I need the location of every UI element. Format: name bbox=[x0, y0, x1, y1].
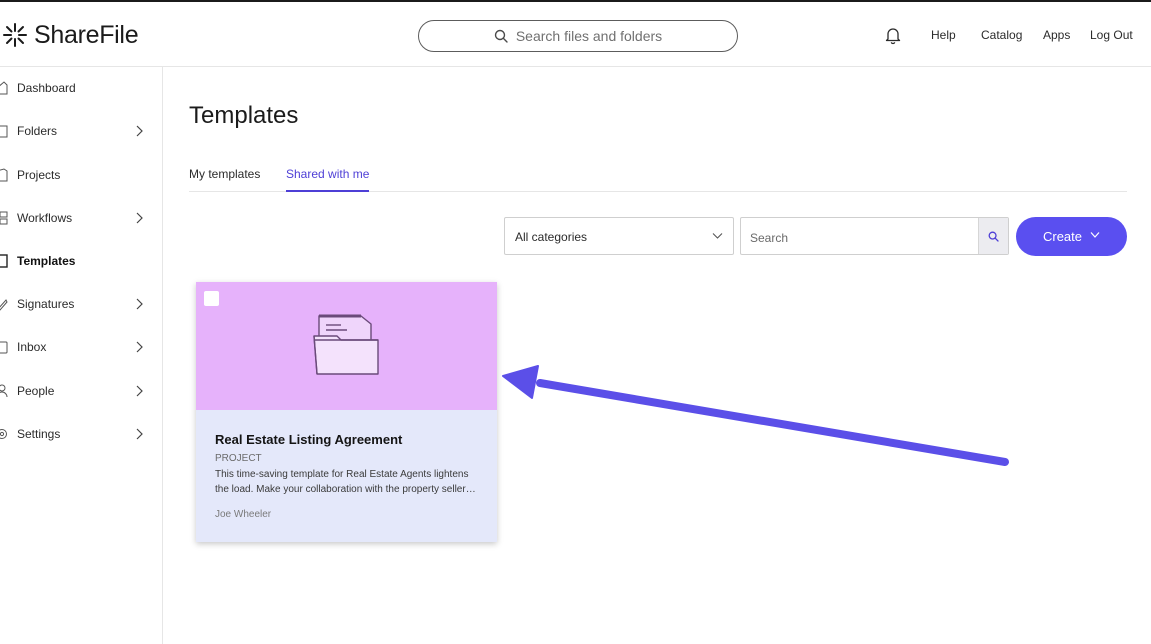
sidebar-item-signatures[interactable]: Signatures bbox=[0, 293, 162, 315]
chevron-down-icon bbox=[1090, 231, 1100, 238]
chevron-right-icon[interactable] bbox=[134, 298, 144, 310]
chevron-right-icon[interactable] bbox=[134, 385, 144, 397]
notifications-bell-icon[interactable] bbox=[883, 25, 903, 45]
sidebar-item-label: Templates bbox=[17, 254, 76, 268]
sidebar-item-label: Inbox bbox=[17, 340, 47, 354]
template-search-placeholder: Search bbox=[750, 231, 789, 245]
sidebar-item-label: People bbox=[17, 384, 55, 398]
logo-text: ShareFile bbox=[34, 20, 139, 49]
help-link[interactable]: Help bbox=[931, 28, 956, 42]
chevron-down-icon bbox=[712, 233, 723, 239]
template-card-title[interactable]: Real Estate Listing Agreement bbox=[215, 432, 402, 447]
global-search-placeholder: Search files and folders bbox=[515, 28, 663, 44]
sidebar-item-label: Projects bbox=[17, 168, 61, 182]
sidebar-item-label: Dashboard bbox=[17, 81, 76, 95]
template-search-input[interactable]: Search bbox=[740, 217, 1009, 255]
pen-icon bbox=[0, 299, 8, 311]
sidebar-item-folders[interactable]: Folders bbox=[0, 120, 162, 142]
template-search-button[interactable] bbox=[978, 218, 1008, 254]
template-tabs: My templates Shared with me bbox=[189, 160, 1127, 192]
catalog-link[interactable]: Catalog bbox=[981, 28, 1022, 42]
category-select[interactable]: All categories bbox=[504, 217, 734, 255]
sharefile-logo[interactable]: ShareFile bbox=[2, 20, 139, 50]
chevron-right-icon[interactable] bbox=[134, 428, 144, 440]
gear-icon bbox=[0, 429, 7, 439]
global-search-input[interactable]: Search files and folders bbox=[418, 20, 738, 52]
sidebar-item-label: Workflows bbox=[17, 211, 73, 225]
create-button-label: Create bbox=[1042, 229, 1083, 244]
search-icon bbox=[494, 29, 508, 43]
home-icon bbox=[0, 81, 8, 95]
sidebar: Dashboard Folders Projects Workflows Tem… bbox=[0, 67, 163, 644]
sidebar-item-projects[interactable]: Projects bbox=[0, 164, 162, 186]
log-out-link[interactable]: Log Out bbox=[1090, 28, 1133, 42]
sidebar-item-dashboard[interactable]: Dashboard bbox=[0, 77, 162, 99]
template-card-checkbox[interactable] bbox=[204, 291, 219, 306]
sidebar-item-people[interactable]: People bbox=[0, 380, 162, 402]
sidebar-item-settings[interactable]: Settings bbox=[0, 423, 162, 445]
sidebar-item-workflows[interactable]: Workflows bbox=[0, 207, 162, 229]
chevron-right-icon[interactable] bbox=[134, 212, 144, 224]
folder-icon bbox=[0, 125, 8, 138]
apps-link[interactable]: Apps bbox=[1043, 28, 1070, 42]
template-card-type: PROJECT bbox=[215, 453, 262, 464]
header: ShareFile Search files and folders Help … bbox=[0, 2, 1151, 67]
create-button[interactable]: Create bbox=[1016, 217, 1127, 256]
template-icon bbox=[0, 254, 8, 268]
sharefile-logo-icon bbox=[3, 23, 27, 47]
sidebar-item-label: Settings bbox=[17, 427, 61, 441]
chevron-right-icon[interactable] bbox=[134, 341, 144, 353]
tab-my-templates[interactable]: My templates bbox=[189, 167, 260, 192]
sidebar-item-label: Folders bbox=[17, 124, 58, 138]
sidebar-item-label: Signatures bbox=[17, 297, 75, 311]
sidebar-item-templates[interactable]: Templates bbox=[0, 250, 162, 272]
people-icon bbox=[0, 384, 8, 398]
chevron-right-icon[interactable] bbox=[134, 125, 144, 137]
template-card-header bbox=[196, 282, 497, 410]
projects-icon bbox=[0, 168, 8, 182]
sidebar-item-inbox[interactable]: Inbox bbox=[0, 336, 162, 358]
workflow-icon bbox=[0, 211, 8, 225]
annotation-arrow bbox=[502, 365, 1009, 466]
template-card-owner: Joe Wheeler bbox=[215, 509, 272, 520]
category-select-value: All categories bbox=[515, 230, 588, 244]
template-card[interactable]: Real Estate Listing Agreement PROJECT Th… bbox=[196, 282, 497, 542]
tab-shared-with-me[interactable]: Shared with me bbox=[286, 167, 370, 192]
page-title: Templates bbox=[189, 102, 299, 129]
folder-documents-icon bbox=[313, 314, 379, 375]
search-icon bbox=[988, 231, 999, 242]
inbox-icon bbox=[0, 341, 8, 354]
template-card-description: This time-saving template for Real Estat… bbox=[215, 469, 476, 495]
